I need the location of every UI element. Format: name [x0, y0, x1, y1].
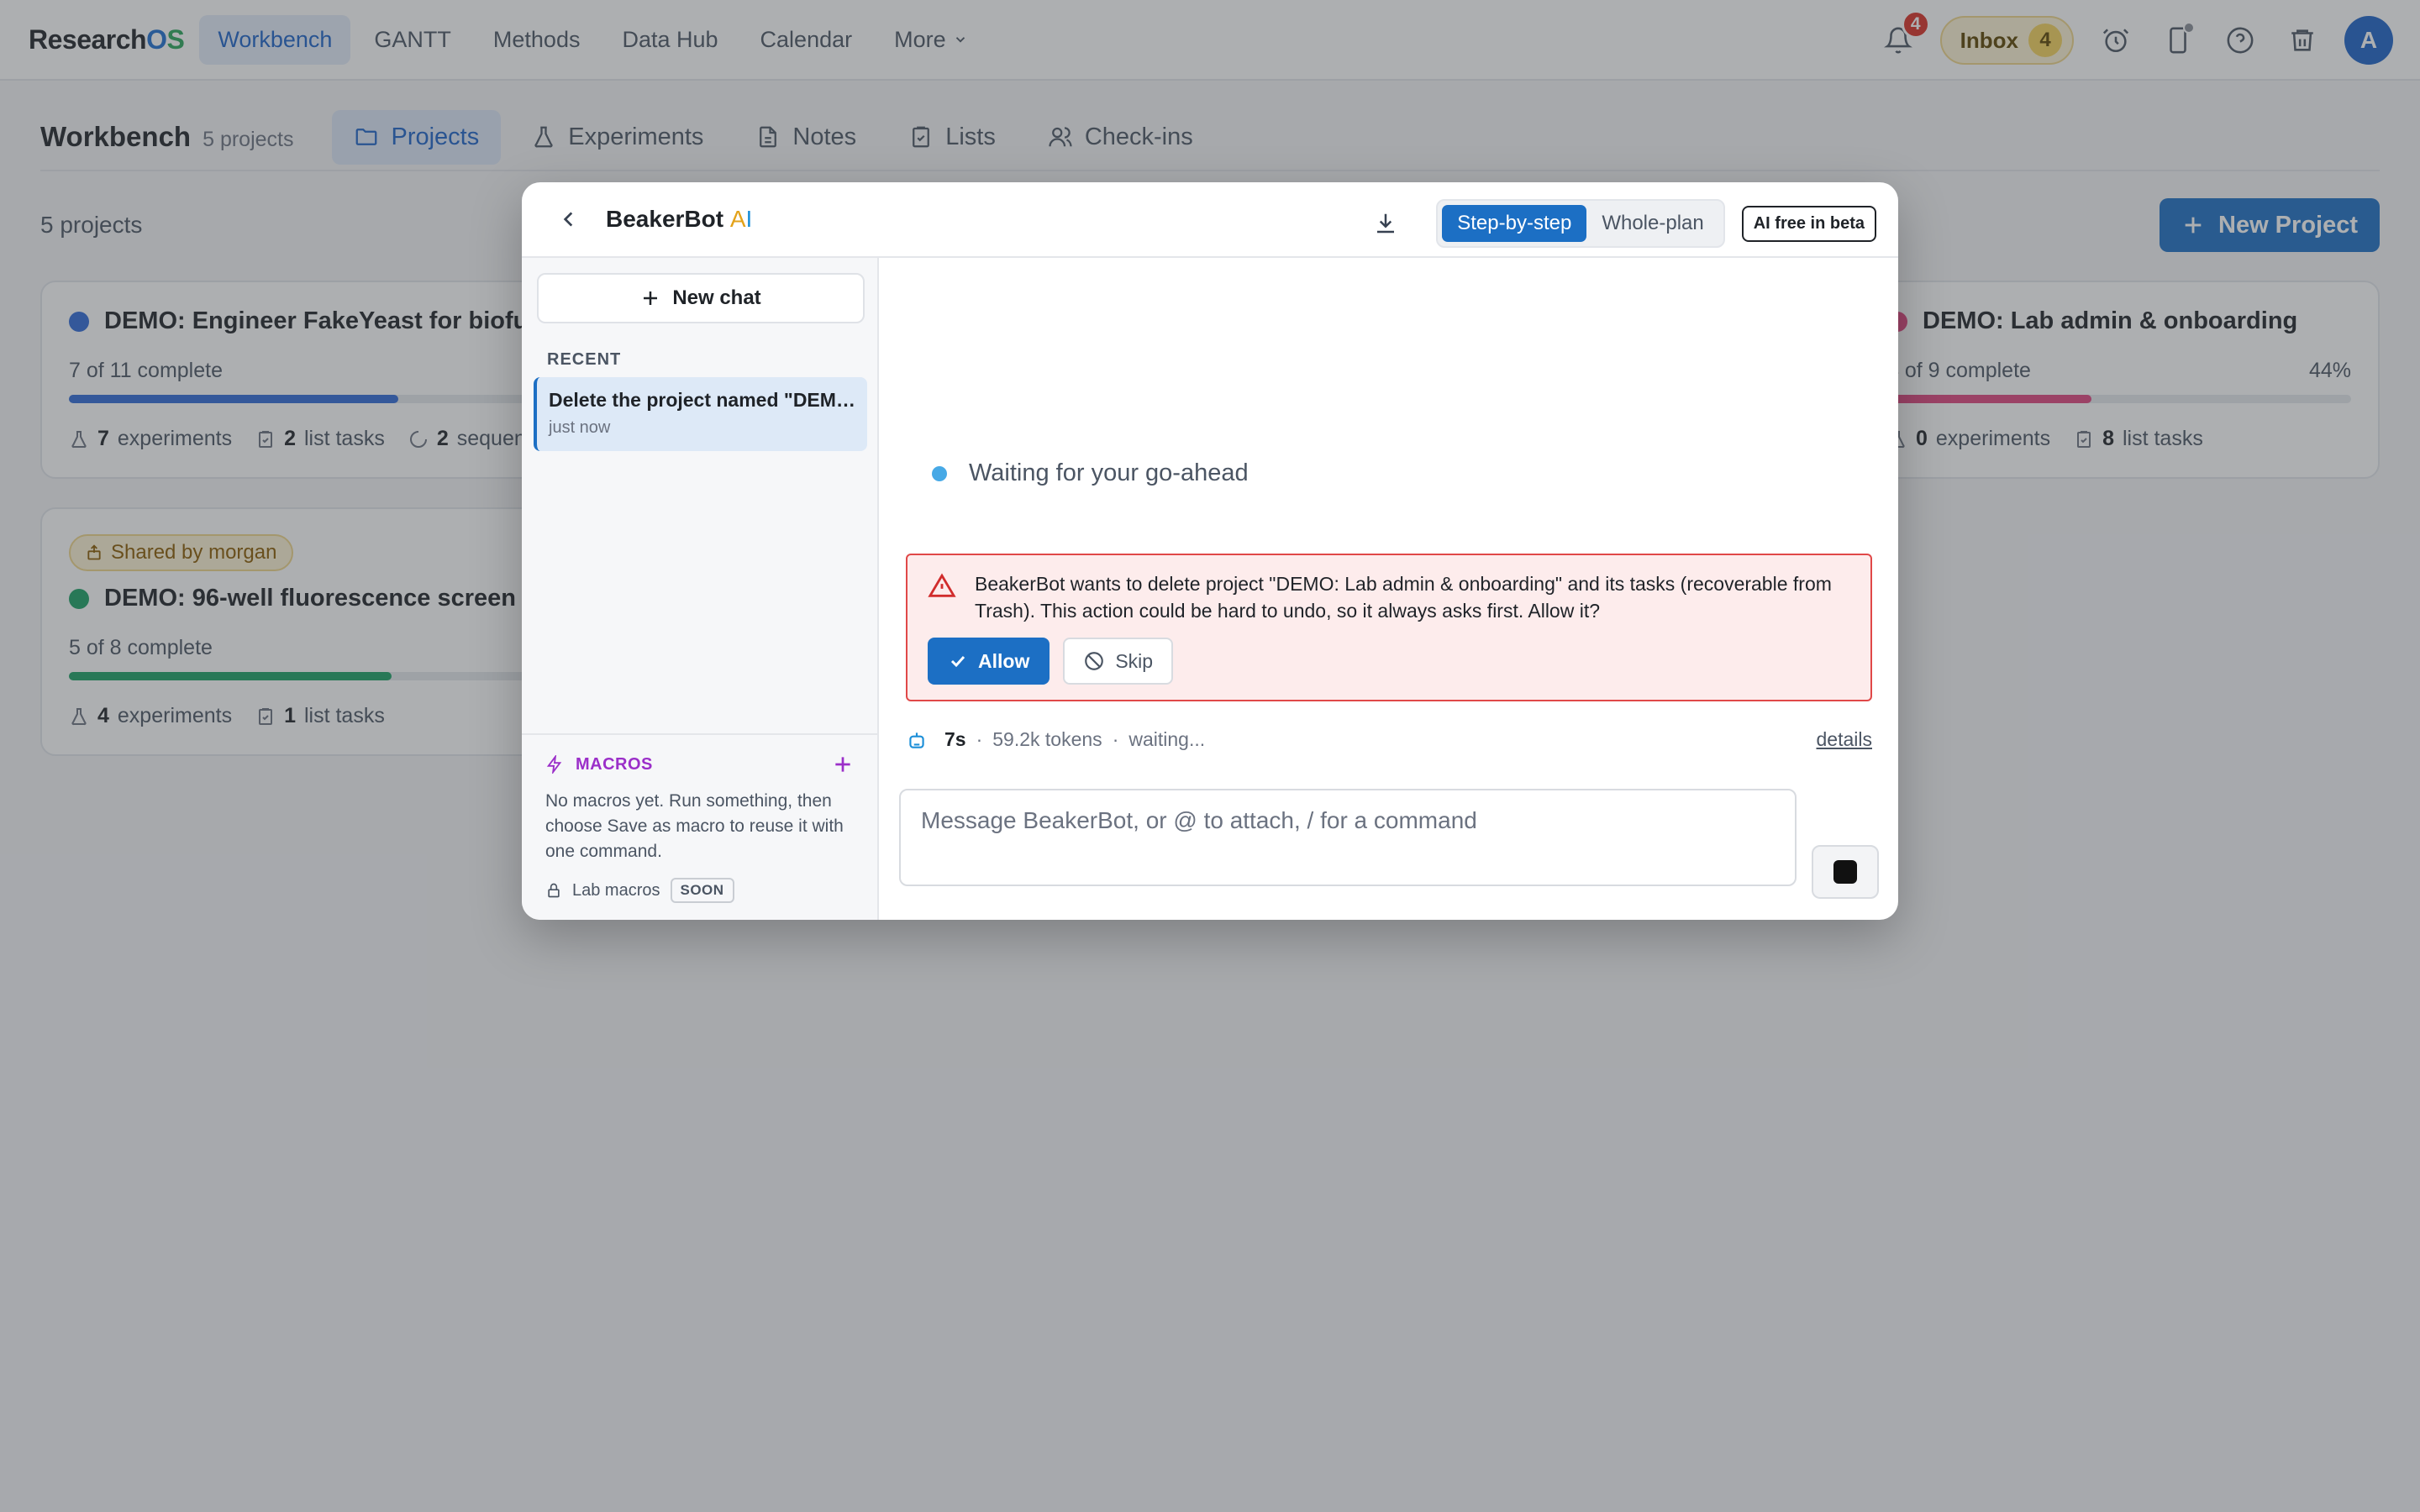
- lab-macros-label: Lab macros: [572, 880, 660, 900]
- run-meta: 7s · 59.2k tokens · waiting... details: [906, 728, 1872, 751]
- run-status: waiting...: [1128, 728, 1206, 750]
- macros-panel: MACROS No macros yet. Run something, the…: [522, 733, 877, 920]
- chevron-left-icon: [558, 208, 580, 230]
- download-icon: [1373, 211, 1398, 236]
- download-button[interactable]: [1365, 203, 1406, 244]
- macros-empty-text: No macros yet. Run something, then choos…: [545, 791, 844, 861]
- lab-macros-row: Lab macros SOON: [545, 878, 854, 903]
- warning-triangle-icon: [928, 572, 960, 604]
- details-link[interactable]: details: [1817, 728, 1872, 751]
- meta-separator: ·: [976, 728, 983, 750]
- skip-label: Skip: [1115, 649, 1154, 672]
- stop-button[interactable]: [1812, 845, 1879, 899]
- allow-label: Allow: [978, 649, 1030, 672]
- robot-icon: [906, 729, 928, 751]
- add-macro-button[interactable]: [832, 753, 854, 775]
- plus-icon: [832, 753, 854, 775]
- skip-button[interactable]: Skip: [1063, 638, 1174, 685]
- recent-chat-time: just now: [549, 418, 611, 437]
- new-chat-button[interactable]: New chat: [537, 273, 865, 323]
- permission-alert: BeakerBot wants to delete project "DEMO:…: [906, 554, 1872, 701]
- mode-whole-plan[interactable]: Whole-plan: [1586, 205, 1718, 242]
- macros-heading: MACROS: [576, 754, 653, 774]
- status-message: Waiting for your go-ahead: [932, 459, 1249, 487]
- stop-icon: [1833, 860, 1857, 884]
- dialog-header: BeakerBot AI Step-by-step Whole-plan AI …: [522, 182, 1898, 258]
- recent-chat-item[interactable]: Delete the project named "DEMO: Lab admi…: [534, 377, 867, 451]
- plus-icon: [640, 288, 660, 308]
- recent-chat-title: Delete the project named "DEMO: Lab admi…: [549, 389, 855, 411]
- meta-separator: ·: [1112, 728, 1119, 750]
- soon-badge: SOON: [670, 878, 734, 903]
- status-dot: [932, 465, 947, 481]
- zap-icon: [545, 755, 564, 774]
- token-count: 59.2k tokens: [992, 728, 1102, 750]
- alert-message: BeakerBot wants to delete project "DEMO:…: [975, 573, 1832, 622]
- allow-button[interactable]: Allow: [928, 638, 1050, 685]
- ban-icon: [1083, 650, 1105, 672]
- mode-toggle: Step-by-step Whole-plan: [1436, 199, 1725, 248]
- beta-badge: AI free in beta: [1741, 205, 1876, 242]
- message-input[interactable]: Message BeakerBot, or @ to attach, / for…: [899, 789, 1797, 886]
- chat-sidebar: New chat RECENT Delete the project named…: [522, 258, 879, 920]
- elapsed-time: 7s: [944, 728, 966, 750]
- recent-heading: RECENT: [547, 350, 622, 369]
- beakerbot-dialog: BeakerBot AI Step-by-step Whole-plan AI …: [522, 182, 1898, 920]
- back-button[interactable]: [552, 202, 586, 236]
- dialog-title: BeakerBot AI: [606, 206, 753, 232]
- lock-icon: [545, 882, 562, 899]
- check-icon: [948, 651, 968, 671]
- status-text: Waiting for your go-ahead: [969, 459, 1249, 486]
- mode-step-by-step[interactable]: Step-by-step: [1442, 205, 1587, 242]
- new-chat-label: New chat: [672, 286, 761, 309]
